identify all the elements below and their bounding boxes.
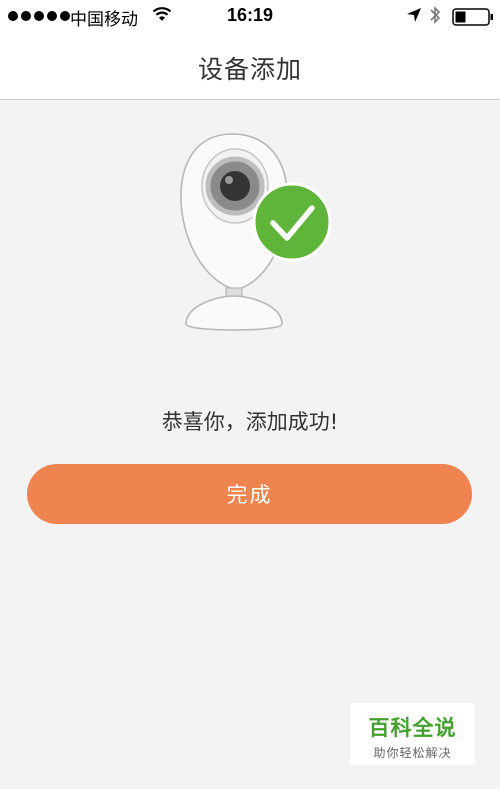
success-message: 恭喜你，添加成功!: [161, 410, 339, 434]
watermark-logo: 百科全说 助你轻松解决: [350, 703, 475, 765]
location-arrow-icon: [407, 8, 421, 22]
navigation-bar: 设备添加: [0, 34, 500, 100]
success-check-icon: [252, 182, 332, 262]
battery-icon: [452, 8, 493, 26]
done-button[interactable]: 完成: [27, 464, 472, 524]
watermark-subtitle: 助你轻松解决: [373, 746, 452, 760]
page-title: 设备添加: [197, 55, 302, 84]
bluetooth-icon: [430, 6, 441, 24]
clock: 16:19: [226, 5, 274, 25]
status-bar: 中国移动 16:19: [0, 0, 500, 34]
watermark-title: 百科全说: [368, 716, 457, 740]
camera-success-illustration: [180, 133, 332, 331]
